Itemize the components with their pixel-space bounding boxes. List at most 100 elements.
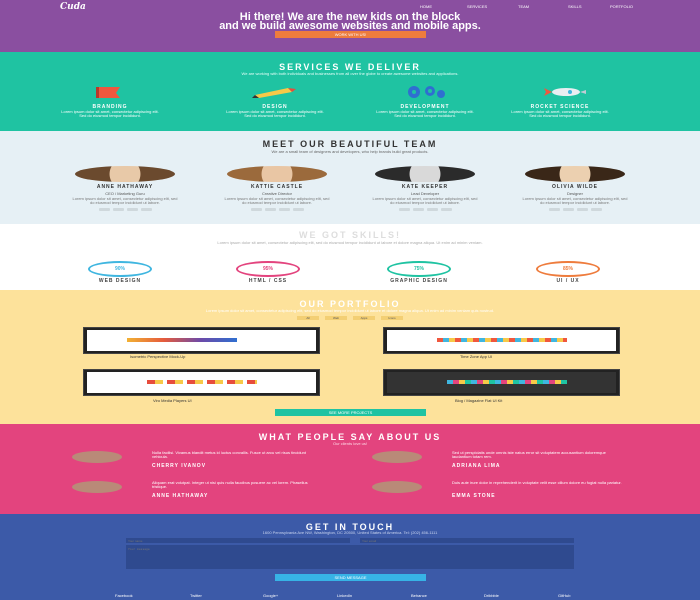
footer-link-linkedin[interactable]: LinkedIn (337, 593, 352, 598)
thumbnail-strip (447, 380, 567, 384)
member-bio: Lorem ipsum dolor sit amet, consectetur … (72, 196, 178, 205)
team-title: Meet our beautiful team (262, 139, 438, 149)
avatar (372, 481, 422, 493)
facebook-icon[interactable] (548, 208, 560, 211)
portfolio-item[interactable] (83, 369, 320, 396)
skill-ui-ux: 85% UI / UX (533, 261, 603, 284)
facebook-icon[interactable] (250, 208, 262, 211)
site-logo[interactable]: Cuda (60, 2, 86, 12)
filter-all[interactable]: All (297, 316, 319, 320)
facebook-icon[interactable] (98, 208, 110, 211)
gears-icon (408, 86, 445, 98)
skills-title: We got skills! (299, 230, 401, 240)
nav-team[interactable]: Team (518, 4, 529, 9)
nav-skills[interactable]: Skills (568, 4, 582, 9)
testimonial-quote: Duis aute irure dolor in reprehenderit i… (452, 480, 622, 485)
linkedin-icon[interactable] (426, 208, 438, 211)
testimonial-quote: Aliquam erat volutpat. Integer ut nisi q… (152, 480, 308, 489)
thumbnail-strip (437, 338, 567, 342)
linkedin-icon[interactable] (278, 208, 290, 211)
footer-link-dribbble[interactable]: Dribbble (484, 593, 499, 598)
hero-title-line2: and we build awesome websites and mobile… (219, 20, 481, 32)
hero-section: Cuda Home Services Team Skills Portfolio… (0, 0, 700, 52)
twitter-icon[interactable] (264, 208, 276, 211)
skill-label: UI / UX (556, 278, 580, 284)
team-section: Meet our beautiful team We are a small t… (0, 131, 700, 224)
member-socials (70, 208, 180, 211)
member-name: Kate Keeper (401, 184, 449, 190)
portfolio-item[interactable] (83, 327, 320, 354)
message-field[interactable] (126, 545, 574, 569)
avatar (72, 451, 122, 463)
nav-portfolio[interactable]: Portfolio (610, 4, 633, 9)
testimonials-subtitle: Our clients love us! (332, 441, 367, 446)
footer-link-facebook[interactable]: Facebook (115, 593, 133, 598)
service-branding: Branding Lorem ipsum dolor sit amet, con… (60, 85, 160, 118)
email-icon[interactable] (590, 208, 602, 211)
facebook-icon[interactable] (398, 208, 410, 211)
email-icon[interactable] (440, 208, 452, 211)
twitter-icon[interactable] (412, 208, 424, 211)
skill-ring: 95% (236, 261, 300, 277)
contact-info: 1600 Pennsylvania Ave NW, Washington, DC… (262, 530, 438, 535)
services-subtitle: We are working with both individuals and… (241, 71, 459, 76)
nav-services[interactable]: Services (467, 4, 487, 9)
nav-home[interactable]: Home (420, 4, 432, 9)
testimonial-author: Anne Hathaway (152, 493, 209, 499)
team-subtitle: We are a small team of designers and dev… (271, 149, 429, 154)
service-development: Development Lorem ipsum dolor sit amet, … (375, 85, 475, 118)
filter-apps[interactable]: Apps (353, 316, 375, 320)
service-desc: Lorem ipsum dolor sit amet, consectetur … (511, 109, 609, 118)
portfolio-section: Our Portfolio Lorem ipsum dolor sit amet… (0, 290, 700, 424)
portfolio-thumbnail (87, 330, 316, 351)
testimonial-author: Adriana Lima (452, 463, 501, 469)
twitter-icon[interactable] (112, 208, 124, 211)
footer-link-github[interactable]: GitHub (558, 593, 570, 598)
testimonial-quote: Nulla facilisi. Vivamus blandit metus id… (152, 450, 306, 459)
member-bio: Lorem ipsum dolor sit amet, consectetur … (224, 196, 330, 205)
rocket-icon (544, 88, 586, 96)
footer-link-twitter[interactable]: Twitter (190, 593, 202, 598)
portfolio-item[interactable] (383, 369, 620, 396)
twitter-icon[interactable] (562, 208, 574, 211)
member-name: Anne Hathaway (96, 184, 154, 190)
portfolio-subtitle: Lorem ipsum dolor sit amet, consectetur … (205, 308, 495, 313)
skill-label: HTML / CSS (248, 278, 288, 284)
email-icon[interactable] (140, 208, 152, 211)
filter-web[interactable]: Web (325, 316, 347, 320)
service-desc: Lorem ipsum dolor sit amet, consectetur … (61, 109, 159, 118)
contact-section: Get in touch 1600 Pennsylvania Ave NW, W… (0, 514, 700, 600)
member-bio: Lorem ipsum dolor sit amet, consectetur … (372, 196, 478, 205)
work-with-us-button[interactable]: WORK WITH US! (275, 31, 426, 38)
portfolio-caption: Isometric Perspective Mock-Up (130, 354, 186, 359)
portfolio-thumbnail (387, 330, 616, 351)
skill-label: Web design (98, 278, 142, 284)
skills-section: We got skills! Lorem ipsum dolor sit ame… (0, 224, 700, 290)
portfolio-item[interactable] (383, 327, 620, 354)
filter-icons[interactable]: Icons (381, 316, 403, 320)
portfolio-caption: Time Zone App UI (460, 354, 493, 359)
skill-ring: 75% (387, 261, 451, 277)
member-socials (222, 208, 332, 211)
name-field[interactable] (126, 538, 350, 543)
skill-graphic-design: 75% Graphic design (384, 261, 454, 284)
footer-link-behance[interactable]: Behance (411, 593, 427, 598)
member-bio: Lorem ipsum dolor sit amet, consectetur … (522, 196, 628, 205)
testimonial-author: Cherry Ivanov (152, 463, 207, 469)
service-desc: Lorem ipsum dolor sit amet, consectetur … (226, 109, 324, 118)
email-icon[interactable] (292, 208, 304, 211)
portfolio-caption: Viro Media Players UI (153, 398, 192, 403)
linkedin-icon[interactable] (576, 208, 588, 211)
skill-ring: 85% (536, 261, 600, 277)
portfolio-thumbnail (387, 372, 616, 393)
member-socials (370, 208, 480, 211)
skill-ring: 90% (88, 261, 152, 277)
email-field[interactable] (360, 538, 574, 543)
linkedin-icon[interactable] (126, 208, 138, 211)
see-more-projects-button[interactable]: SEE MORE PROJECTS (275, 409, 426, 416)
footer-link-googleplus[interactable]: Google+ (263, 593, 278, 598)
skill-html-css: 95% HTML / CSS (233, 261, 303, 284)
send-message-button[interactable]: SEND MESSAGE (275, 574, 426, 581)
services-section: Services we deliver We are working with … (0, 52, 700, 131)
thumbnail-strip (147, 380, 257, 384)
